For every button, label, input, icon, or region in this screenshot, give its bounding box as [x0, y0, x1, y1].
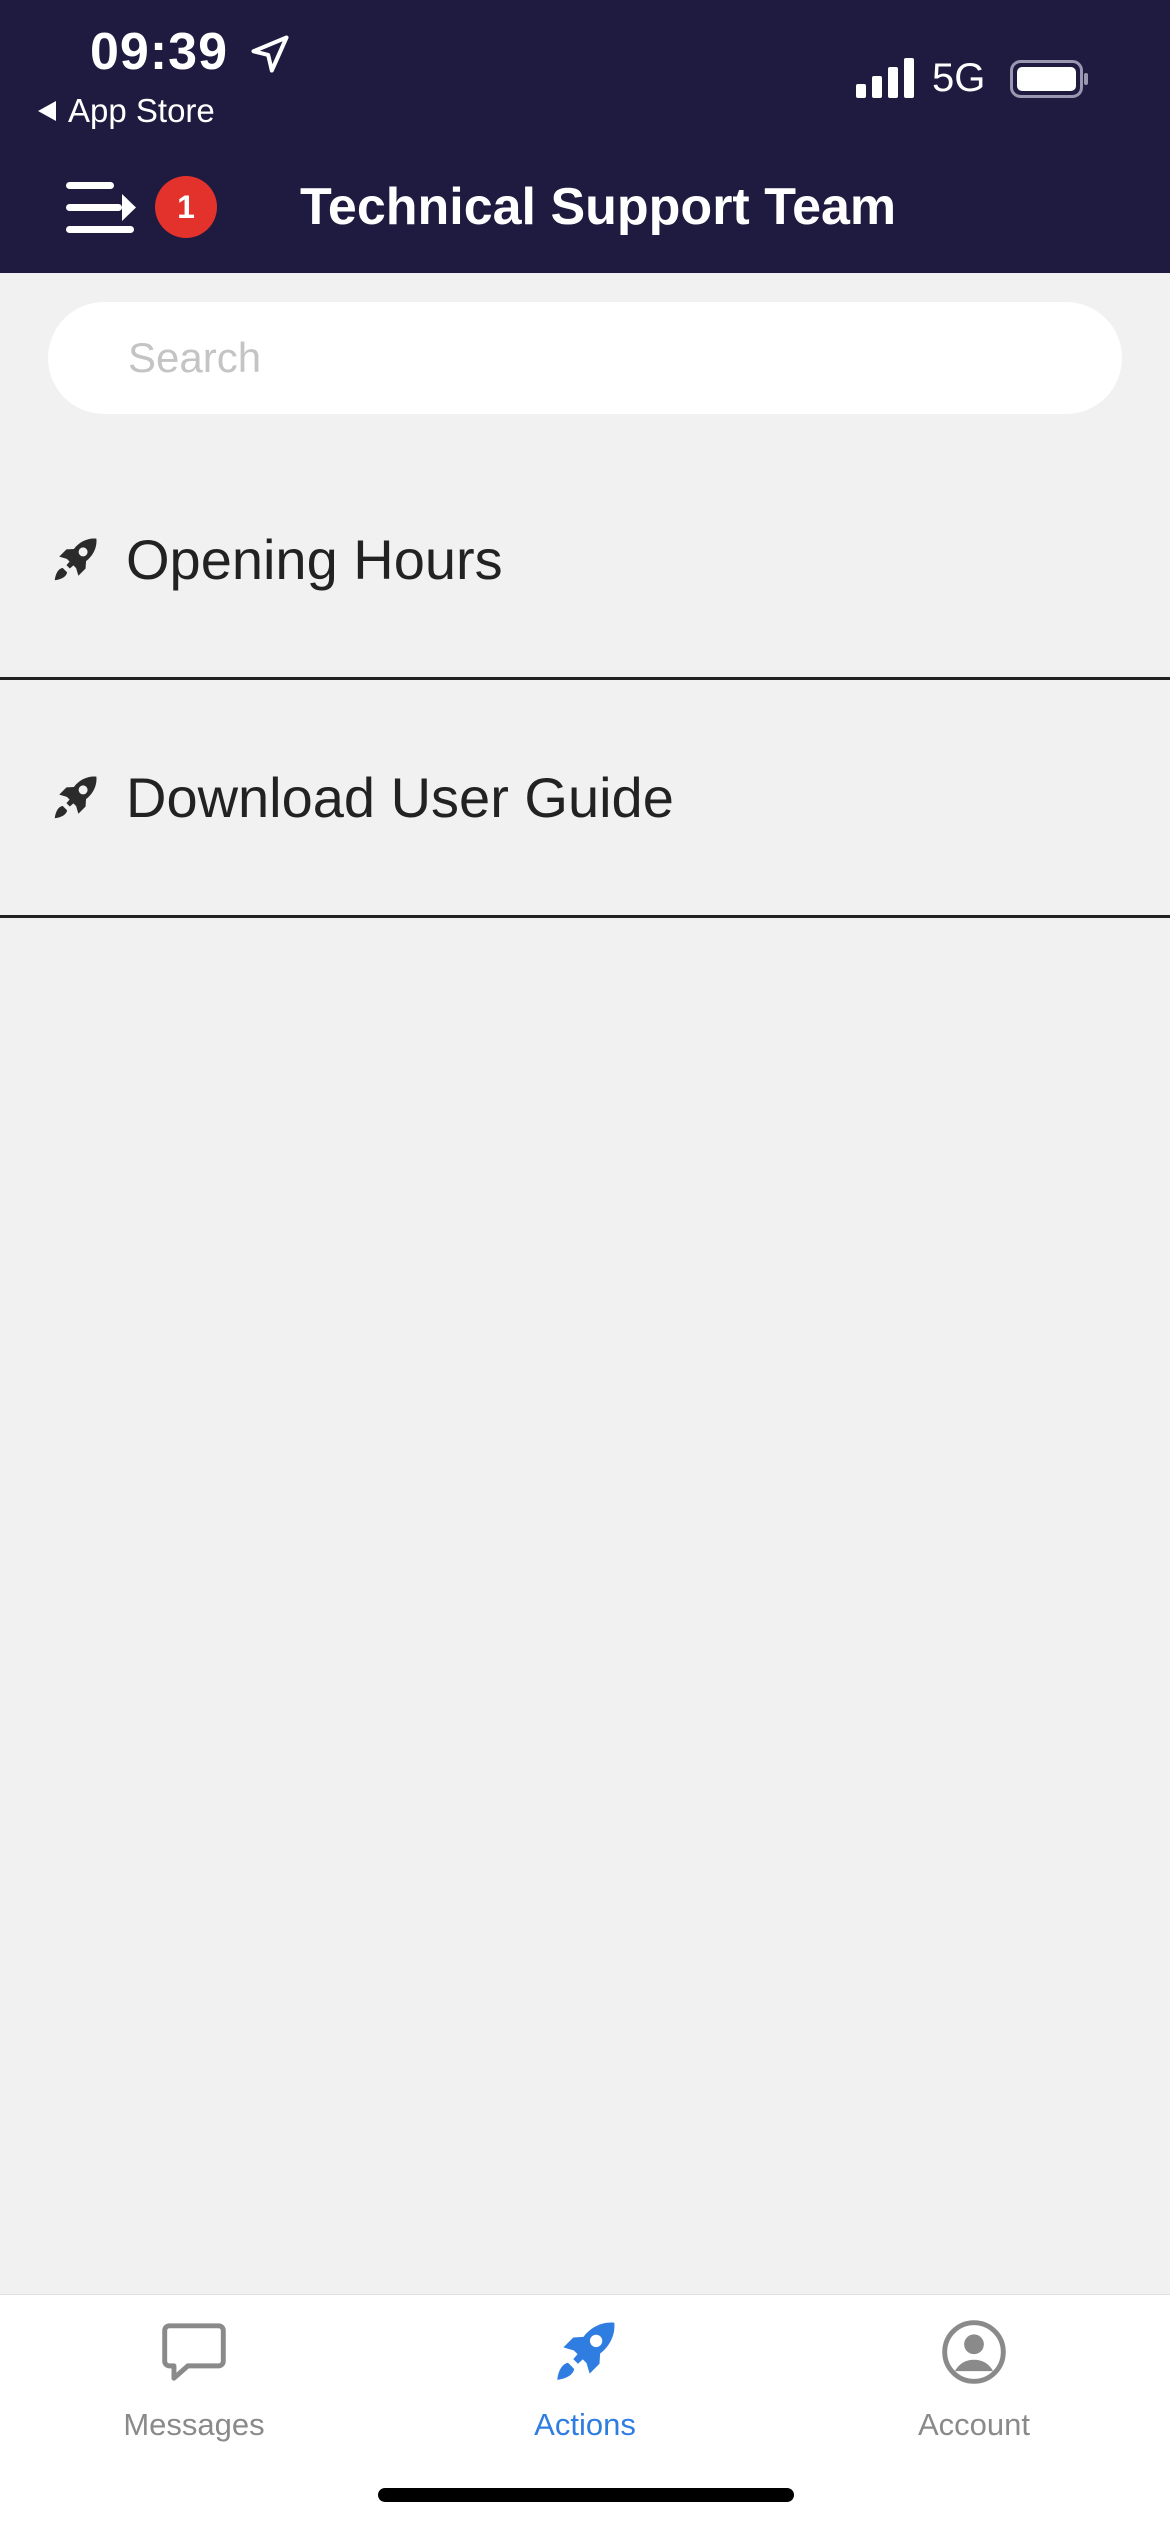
list-item-opening-hours[interactable]: Opening Hours: [0, 442, 1170, 680]
tab-label: Account: [917, 2407, 1030, 2442]
menu-icon[interactable]: [66, 176, 138, 240]
app-header: 09:39 App Store 5G 1 Technical Support T…: [0, 0, 1170, 273]
tab-actions[interactable]: Actions: [455, 2315, 715, 2443]
battery-icon: [1010, 60, 1088, 98]
tab-account[interactable]: Account: [844, 2315, 1104, 2443]
chat-bubble-icon: [162, 2323, 226, 2381]
tab-label: Actions: [534, 2407, 636, 2442]
status-time: 09:39: [90, 23, 228, 81]
back-app-label: App Store: [68, 92, 215, 129]
network-type: 5G: [932, 56, 986, 100]
signal-icon: [856, 58, 914, 98]
page-title: Technical Support Team: [300, 178, 897, 236]
search-input[interactable]: [126, 333, 1080, 383]
tab-messages[interactable]: Messages: [64, 2315, 324, 2443]
search-bar[interactable]: [48, 302, 1122, 414]
list-item-label: Opening Hours: [126, 528, 503, 591]
location-arrow-icon: [251, 35, 289, 73]
back-to-app-store[interactable]: App Store: [38, 92, 215, 130]
back-arrow-icon: [38, 101, 56, 121]
rocket-icon: [557, 2322, 615, 2380]
user-circle-icon: [942, 2320, 1006, 2384]
home-indicator: [378, 2488, 794, 2502]
list-item-download-user-guide[interactable]: Download User Guide: [0, 680, 1170, 918]
tab-label: Messages: [123, 2407, 265, 2442]
rocket-icon: [54, 776, 97, 818]
actions-list: Opening Hours Download User Guide: [0, 442, 1170, 918]
rocket-icon: [54, 538, 97, 580]
notification-badge: 1: [155, 176, 217, 238]
list-item-label: Download User Guide: [126, 766, 674, 829]
